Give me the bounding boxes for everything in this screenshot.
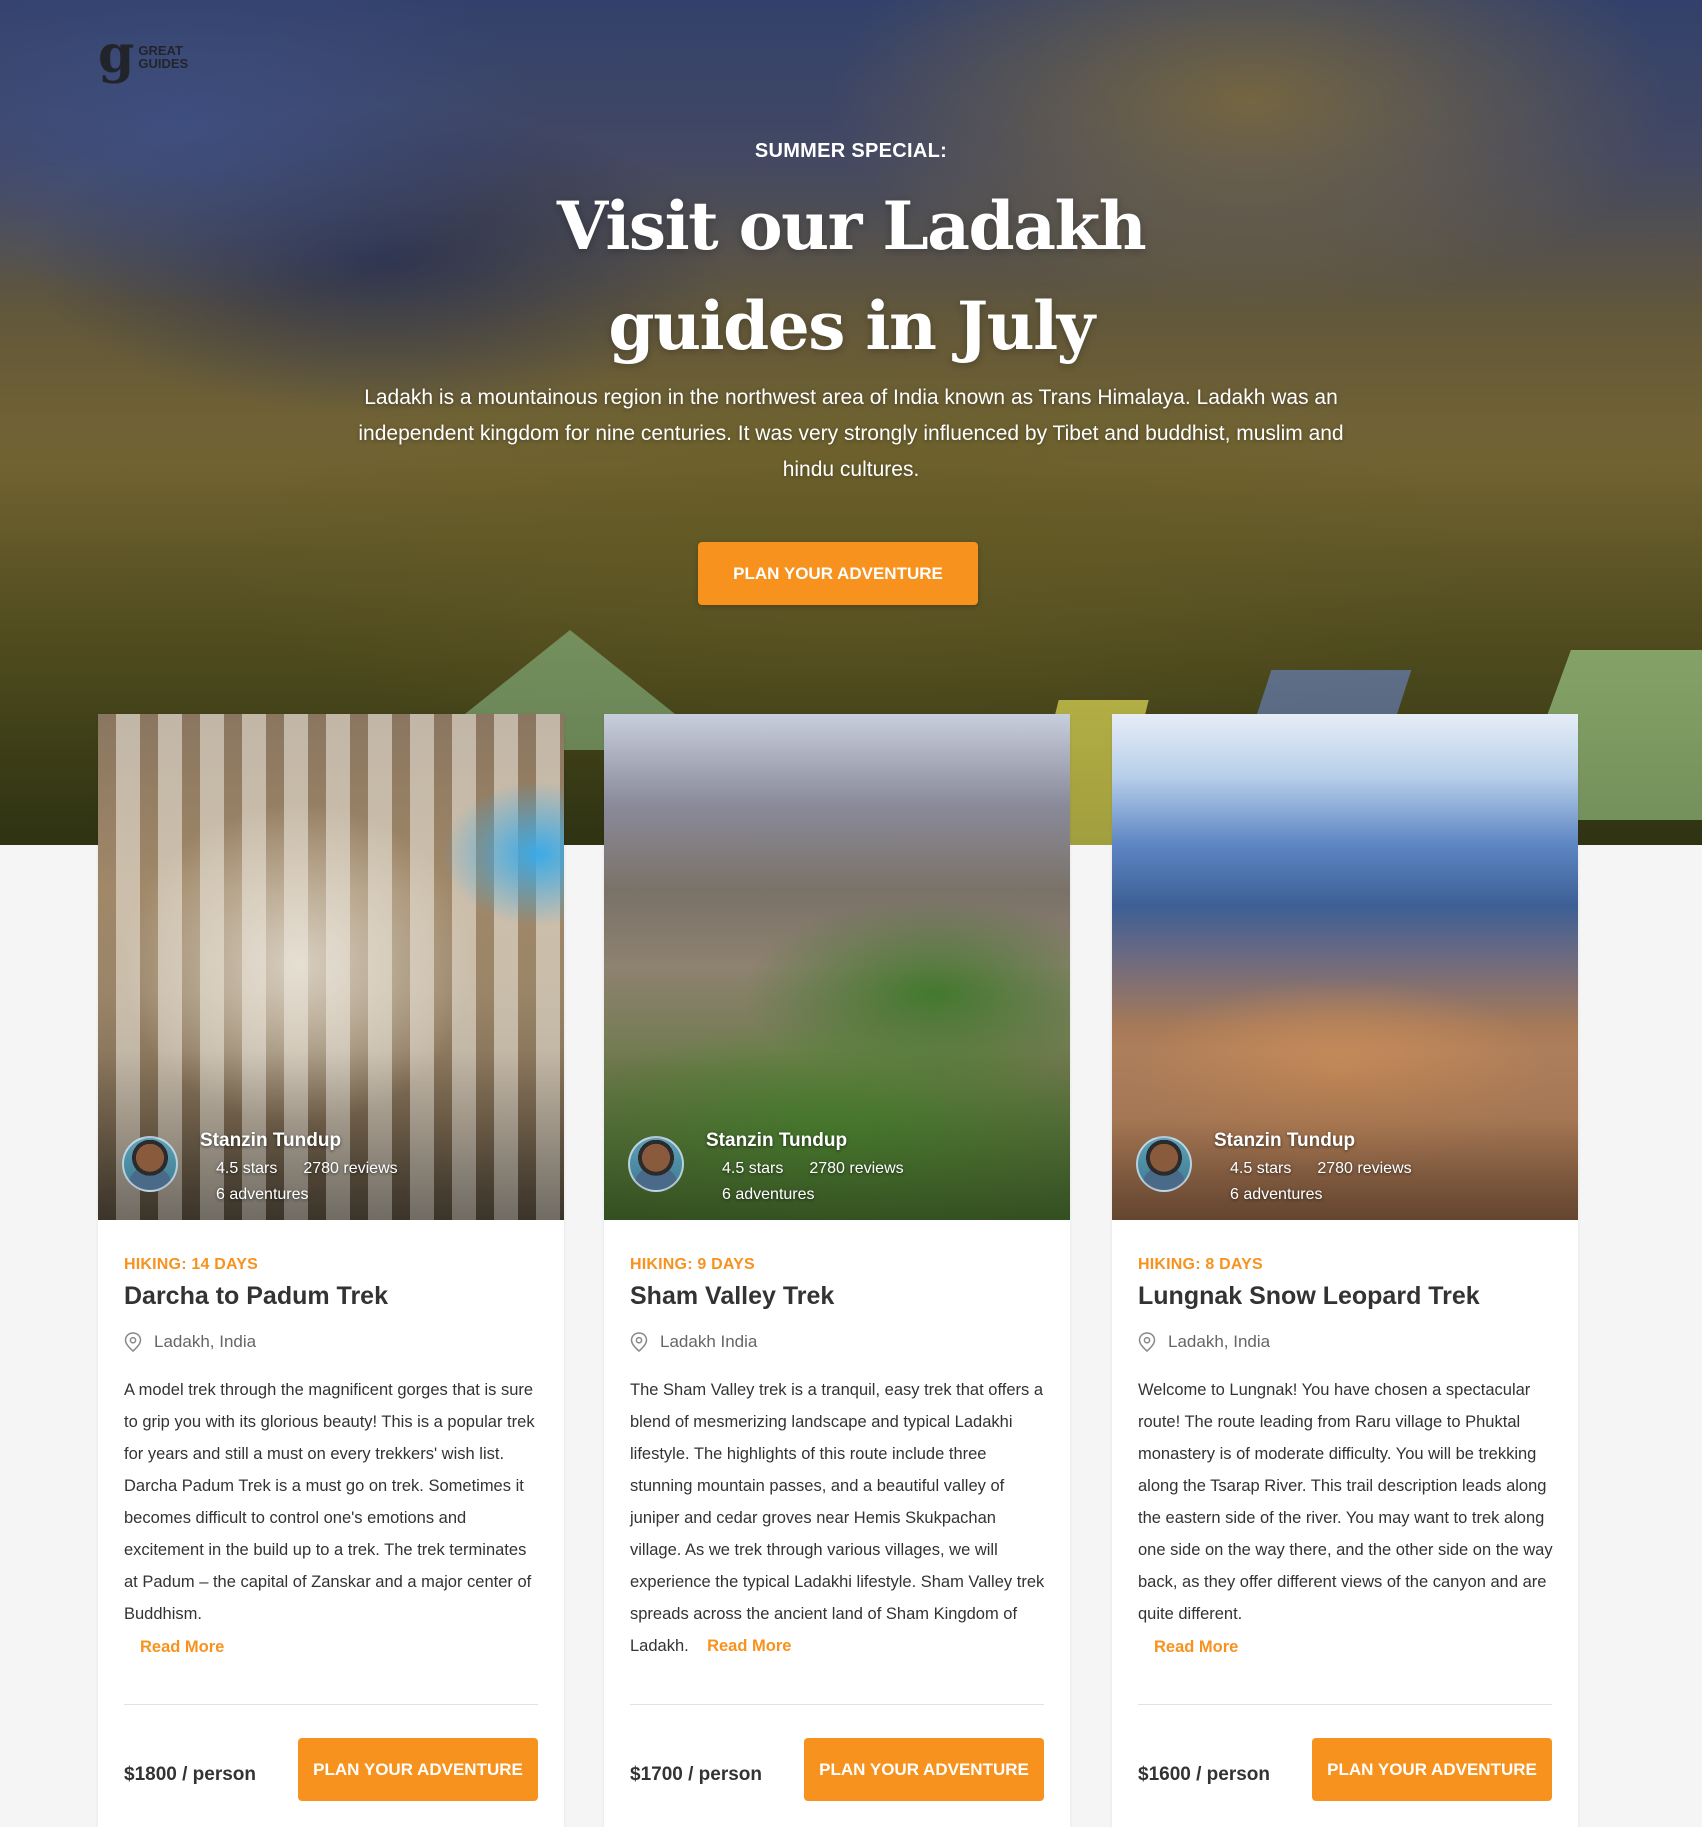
- guide-adventures: 6 adventures: [1230, 1186, 1323, 1203]
- guide-adventures: 6 adventures: [722, 1186, 815, 1203]
- guide-info[interactable]: Stanzin Tundup 4.5 stars 2780 reviews 6 …: [1136, 1124, 1556, 1204]
- guide-info[interactable]: Stanzin Tundup 4.5 stars 2780 reviews 6 …: [122, 1124, 542, 1204]
- logo-text: GREAT GUIDES: [138, 44, 188, 70]
- trek-location-label: Ladakh, India: [154, 1332, 257, 1351]
- hero-title-line1: Visit our Ladakh: [556, 187, 1147, 265]
- trek-card: Stanzin Tundup 4.5 stars 2780 reviews 6 …: [1112, 714, 1578, 1827]
- read-more-wrapper: Read More: [1154, 1638, 1238, 1657]
- trek-location-label: Ladakh, India: [1168, 1332, 1271, 1351]
- trek-description: The Sham Valley trek is a tranquil, easy…: [630, 1374, 1050, 1662]
- hero-plan-adventure-button[interactable]: PLAN YOUR ADVENTURE: [698, 542, 978, 605]
- divider: [1138, 1704, 1552, 1705]
- plan-adventure-button[interactable]: PLAN YOUR ADVENTURE: [298, 1738, 538, 1801]
- guide-name: Stanzin Tundup: [200, 1130, 342, 1151]
- trek-image[interactable]: Stanzin Tundup 4.5 stars 2780 reviews 6 …: [1112, 714, 1578, 1220]
- guide-stats: 4.5 stars 2780 reviews: [722, 1160, 904, 1178]
- guide-name: Stanzin Tundup: [706, 1130, 848, 1151]
- plan-adventure-button[interactable]: PLAN YOUR ADVENTURE: [804, 1738, 1044, 1801]
- read-more-link[interactable]: Read More: [707, 1637, 791, 1655]
- map-pin-icon: [630, 1332, 648, 1352]
- trek-location-label: Ladakh India: [660, 1332, 758, 1351]
- guide-reviews: 2780 reviews: [303, 1160, 398, 1177]
- trek-location: Ladakh India: [630, 1332, 757, 1352]
- read-more-wrapper: Read More: [140, 1638, 224, 1657]
- trek-card: Stanzin Tundup 4.5 stars 2780 reviews 6 …: [98, 714, 564, 1827]
- guide-stars: 4.5 stars: [1230, 1160, 1292, 1177]
- plan-adventure-button[interactable]: PLAN YOUR ADVENTURE: [1312, 1738, 1552, 1801]
- trek-image[interactable]: Stanzin Tundup 4.5 stars 2780 reviews 6 …: [604, 714, 1070, 1220]
- read-more-link[interactable]: Read More: [140, 1638, 224, 1656]
- guide-stars: 4.5 stars: [722, 1160, 784, 1177]
- trek-location: Ladakh, India: [124, 1332, 256, 1352]
- map-pin-icon: [124, 1332, 142, 1352]
- trek-title[interactable]: Lungnak Snow Leopard Trek: [1138, 1282, 1480, 1311]
- trek-category: HIKING: 9 DAYS: [630, 1256, 755, 1273]
- guide-info[interactable]: Stanzin Tundup 4.5 stars 2780 reviews 6 …: [628, 1124, 1048, 1204]
- trek-price: $1800 / person: [124, 1764, 257, 1785]
- guide-reviews: 2780 reviews: [1317, 1160, 1412, 1177]
- divider: [630, 1704, 1044, 1705]
- trek-price: $1600 / person: [1138, 1764, 1271, 1785]
- map-pin-icon: [1138, 1332, 1156, 1352]
- trek-category: HIKING: 14 DAYS: [124, 1256, 258, 1273]
- logo-mark-icon: g: [98, 24, 135, 85]
- trek-card: Stanzin Tundup 4.5 stars 2780 reviews 6 …: [604, 714, 1070, 1827]
- guide-stars: 4.5 stars: [216, 1160, 278, 1177]
- hero-description: Ladakh is a mountainous region in the no…: [358, 386, 1344, 481]
- divider: [124, 1704, 538, 1705]
- hero-title-line2: guides in July: [608, 287, 1095, 365]
- trek-category: HIKING: 8 DAYS: [1138, 1256, 1263, 1273]
- guide-avatar: [1136, 1136, 1192, 1192]
- trek-image[interactable]: Stanzin Tundup 4.5 stars 2780 reviews 6 …: [98, 714, 564, 1220]
- trek-description-text: The Sham Valley trek is a tranquil, easy…: [630, 1381, 1045, 1655]
- trek-description: Welcome to Lungnak! You have chosen a sp…: [1138, 1381, 1553, 1623]
- guide-adventures: 6 adventures: [216, 1186, 309, 1203]
- trek-title[interactable]: Darcha to Padum Trek: [124, 1282, 388, 1311]
- guide-avatar: [122, 1136, 178, 1192]
- guide-reviews: 2780 reviews: [809, 1160, 904, 1177]
- trek-price: $1700 / person: [630, 1764, 763, 1785]
- guide-stats: 4.5 stars 2780 reviews: [1230, 1160, 1412, 1178]
- trek-description: A model trek through the magnificent gor…: [124, 1381, 535, 1623]
- guide-name: Stanzin Tundup: [1214, 1130, 1356, 1151]
- hero-eyebrow: SUMMER SPECIAL:: [754, 140, 948, 162]
- logo-text-line2: GUIDES: [138, 56, 189, 71]
- read-more-link[interactable]: Read More: [1154, 1638, 1238, 1656]
- guide-avatar: [628, 1136, 684, 1192]
- logo[interactable]: g GREAT GUIDES: [98, 24, 188, 85]
- trek-title[interactable]: Sham Valley Trek: [630, 1282, 834, 1311]
- trek-location: Ladakh, India: [1138, 1332, 1270, 1352]
- hero-title: Visit our Ladakh guides in July: [451, 176, 1251, 376]
- guide-stats: 4.5 stars 2780 reviews: [216, 1160, 398, 1178]
